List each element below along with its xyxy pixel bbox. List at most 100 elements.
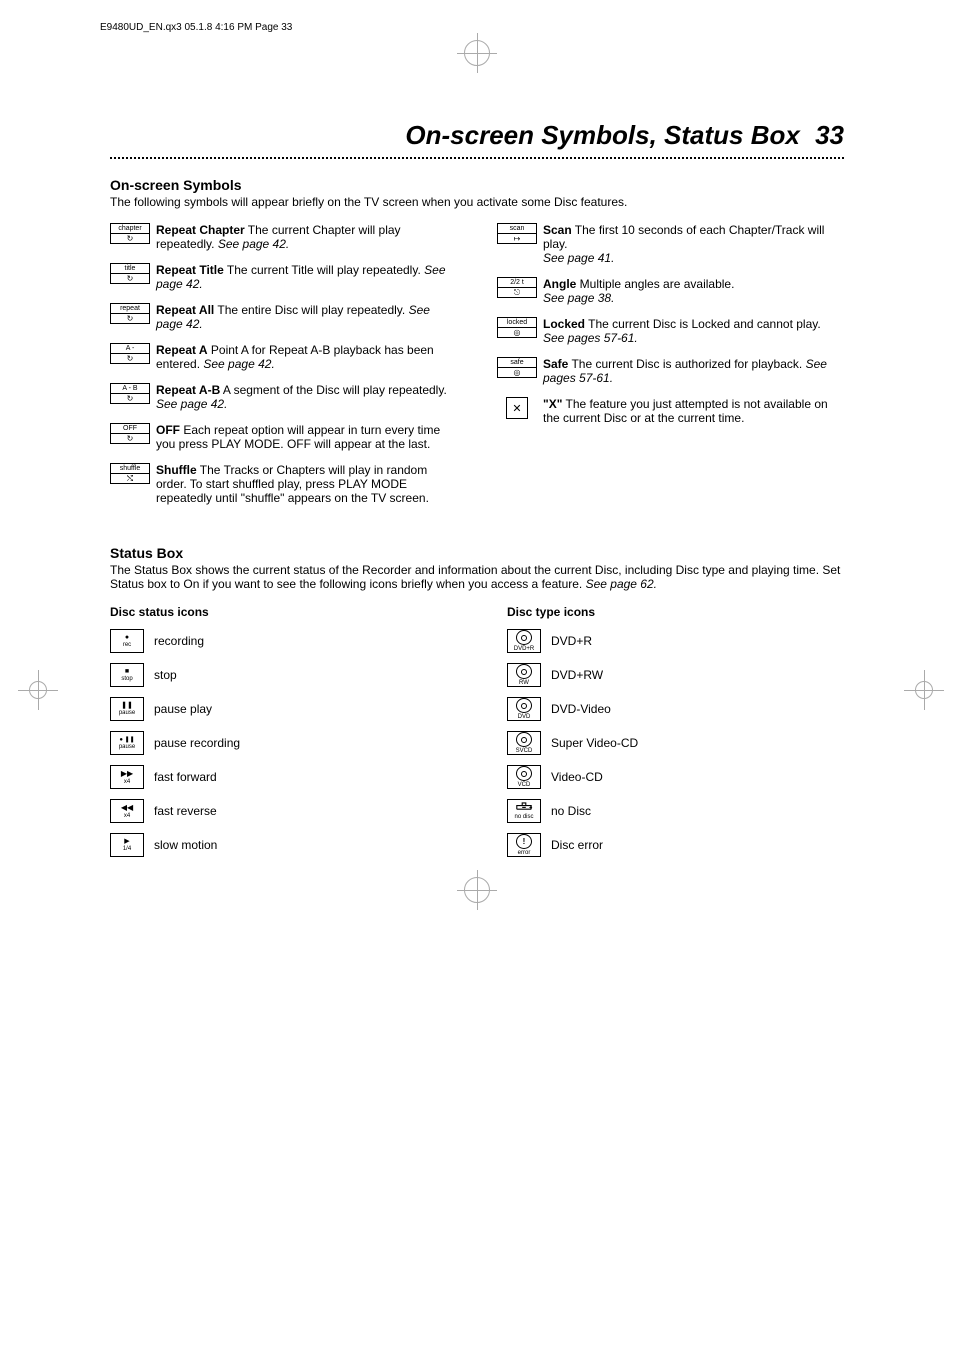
icon-label: no Disc [551,804,591,818]
page-title: On-screen Symbols, Status Box [405,120,799,150]
term-desc: The current Disc is Locked and cannot pl… [585,317,821,331]
term-label: Scan [543,223,572,237]
onscreen-intro: The following symbols will appear briefl… [110,195,844,209]
icon-label: Video-CD [551,770,603,784]
dvd-video-icon: DVD [507,697,541,721]
crop-mark-bottom [464,877,490,903]
crop-mark-top [464,40,490,66]
status-intro: The Status Box shows the current status … [110,563,844,591]
symbol-shuffle: shuffle ⤭ Shuffle The Tracks or Chapters… [110,463,457,505]
pause-play-icon: ❚❚pause [110,697,144,721]
disc-error-icon: ! error [507,833,541,857]
status-heading: Status Box [110,545,844,561]
term-label: Shuffle [156,463,197,477]
symbol-repeat-title: title ↻ Repeat Title The current Title w… [110,263,457,291]
repeat-ab-icon: A - B [110,383,150,394]
dotted-rule [110,157,844,159]
icon-label: DVD+RW [551,668,603,682]
off-icon: OFF [110,423,150,434]
repeat-title-icon: title [110,263,150,274]
page-number: 33 [815,120,844,150]
angle-icon-lower: ⎋ [497,288,537,298]
type-row: DVD+R DVD+R [507,629,844,653]
term-label: Repeat Chapter [156,223,245,237]
term-desc: A segment of the Disc will play repeated… [220,383,447,397]
icon-label: pause play [154,702,212,716]
crop-mark-left [28,680,48,700]
onscreen-heading: On-screen Symbols [110,177,844,193]
disc-status-col: Disc status icons ●rec recording ■stop s… [110,605,447,867]
loop-icon: ↻ [110,274,150,284]
term-desc: The entire Disc will play repeatedly. [214,303,408,317]
loop-icon: ↻ [110,354,150,364]
loop-icon: ↻ [110,434,150,444]
angle-icon: 2/2 t [497,277,537,288]
symbol-off: OFF ↻ OFF Each repeat option will appear… [110,423,457,451]
fast-reverse-icon: ◀◀x4 [110,799,144,823]
symbol-x: ✕ "X" The feature you just attempted is … [497,397,844,425]
icon-label: stop [154,668,177,682]
term-label: Angle [543,277,576,291]
fast-forward-icon: ▶▶x4 [110,765,144,789]
disc-type-col: Disc type icons DVD+R DVD+R RW DVD+RW DV… [507,605,844,867]
slow-motion-icon: ▶1/4 [110,833,144,857]
symbol-repeat-all: repeat ↻ Repeat All The entire Disc will… [110,303,457,331]
dvd-r-icon: DVD+R [507,629,541,653]
symbol-repeat-chapter: chapter ↻ Repeat Chapter The current Cha… [110,223,457,251]
icon-label: Super Video-CD [551,736,638,750]
term-label: "X" [543,397,562,411]
loop-icon: ↻ [110,234,150,244]
repeat-all-icon: repeat [110,303,150,314]
loop-icon: ↻ [110,314,150,324]
disc-type-heading: Disc type icons [507,605,844,619]
icon-label: fast forward [154,770,217,784]
term-desc: The Tracks or Chapters will play in rand… [156,463,429,505]
no-disc-icon: no disc [507,799,541,823]
type-row: no disc no Disc [507,799,844,823]
record-icon: ●rec [110,629,144,653]
status-row: ▶▶x4 fast forward [110,765,447,789]
icon-label: pause recording [154,736,240,750]
icon-label: recording [154,634,204,648]
type-row: DVD DVD-Video [507,697,844,721]
symbol-scan: scan ↦ Scan The first 10 seconds of each… [497,223,844,265]
shuffle-icon-lower: ⤭ [110,474,150,484]
term-label: Locked [543,317,585,331]
vcd-icon: VCD [507,765,541,789]
icon-label: Disc error [551,838,603,852]
shuffle-icon: shuffle [110,463,150,474]
status-row: ● ❚❚pause pause recording [110,731,447,755]
status-row: ▶1/4 slow motion [110,833,447,857]
title-row: On-screen Symbols, Status Box 33 [110,120,844,151]
dvd-rw-icon: RW [507,663,541,687]
term-label: Repeat Title [156,263,224,277]
page-ref: See pages 57-61. [543,331,638,345]
term-label: Safe [543,357,568,371]
stop-icon: ■stop [110,663,144,687]
disc-status-heading: Disc status icons [110,605,447,619]
print-header-line: E9480UD_EN.qx3 05.1.8 4:16 PM Page 33 [100,22,292,33]
repeat-chapter-icon: chapter [110,223,150,234]
page-ref: See page 42. [218,237,289,251]
scan-icon: scan [497,223,537,234]
svcd-icon: SVCD [507,731,541,755]
status-row: ■stop stop [110,663,447,687]
symbol-repeat-a: A - ↻ Repeat A Point A for Repeat A-B pl… [110,343,457,371]
locked-icon-lower: ◎ [497,328,537,338]
page-ref: See page 42. [156,397,227,411]
type-row: ! error Disc error [507,833,844,857]
icon-label: slow motion [154,838,217,852]
term-label: Repeat All [156,303,214,317]
term-label: Repeat A-B [156,383,220,397]
status-row: ●rec recording [110,629,447,653]
onscreen-right-col: scan ↦ Scan The first 10 seconds of each… [497,223,844,517]
term-desc: The first 10 seconds of each Chapter/Tra… [543,223,824,251]
locked-icon: locked [497,317,537,328]
safe-icon: safe [497,357,537,368]
symbol-repeat-ab: A - B ↻ Repeat A-B A segment of the Disc… [110,383,457,411]
type-row: SVCD Super Video-CD [507,731,844,755]
page-ref: See page 41. [543,251,614,265]
symbol-angle: 2/2 t ⎋ Angle Multiple angles are availa… [497,277,844,305]
page-ref: See page 42. [203,357,274,371]
icon-label: DVD-Video [551,702,611,716]
